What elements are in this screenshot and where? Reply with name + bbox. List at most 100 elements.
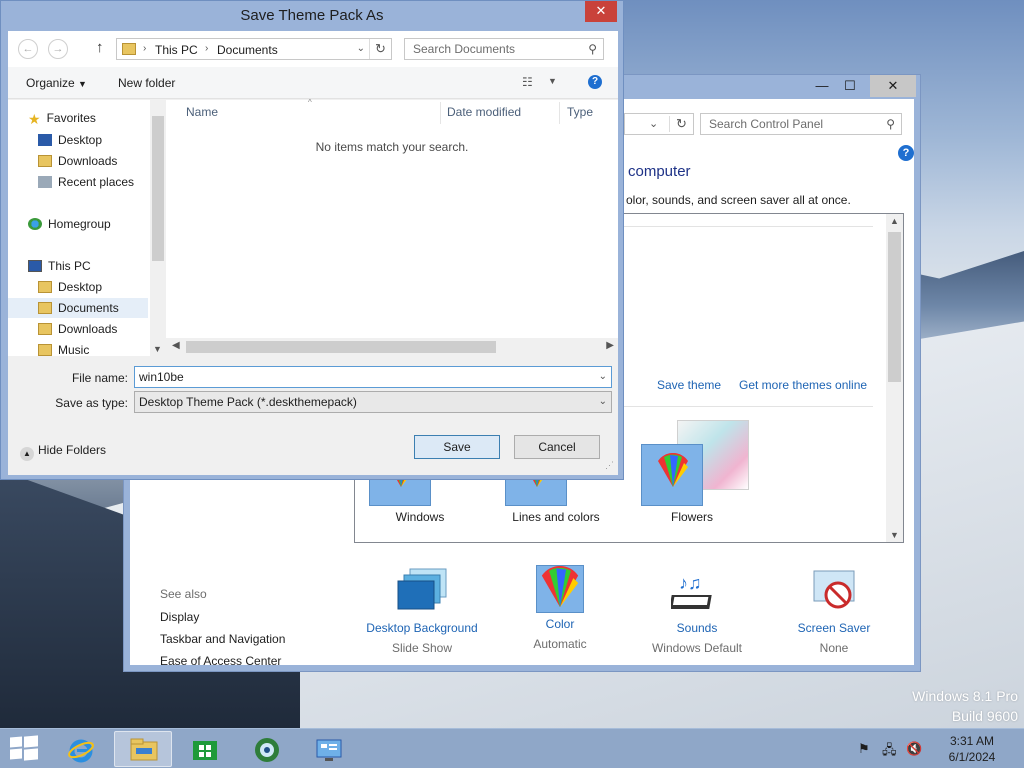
breadcrumb-separator-icon[interactable]: › — [205, 43, 208, 54]
nav-label: Favorites — [46, 111, 96, 125]
nav-pc-documents[interactable]: Documents — [8, 298, 148, 318]
nav-fav-desktop[interactable]: Desktop — [38, 130, 102, 150]
nav-pc-desktop[interactable]: Desktop — [38, 277, 102, 297]
empty-message: No items match your search. — [315, 140, 469, 154]
taskbar-file-explorer[interactable] — [114, 731, 172, 767]
column-divider[interactable] — [559, 102, 560, 124]
dialog-title[interactable]: Save Theme Pack As — [1, 1, 623, 31]
breadcrumb-separator-icon[interactable]: › — [143, 43, 146, 54]
volume-muted-icon[interactable]: 🔇 — [906, 741, 922, 757]
column-name[interactable]: Name — [186, 105, 218, 119]
file-list-hscrollbar[interactable]: ◀ ▶ — [166, 338, 618, 356]
nav-fav-downloads[interactable]: Downloads — [38, 151, 117, 171]
nav-label: Homegroup — [48, 217, 111, 231]
taskbar-control-panel[interactable] — [300, 731, 358, 767]
chevron-down-icon[interactable]: ⌄ — [357, 43, 365, 54]
nav-pane-scrollbar[interactable]: ▼ — [150, 100, 166, 356]
up-arrow-icon[interactable]: ↑ — [96, 39, 104, 56]
downloads-folder-icon — [38, 323, 52, 335]
taskbar-media-center[interactable] — [238, 731, 296, 767]
back-arrow-icon[interactable]: ← — [18, 39, 38, 59]
start-button[interactable] — [10, 735, 38, 761]
color-item[interactable]: Color Automatic — [490, 565, 630, 651]
chevron-down-icon[interactable]: ⌄ — [599, 371, 607, 382]
organize-button[interactable]: Organize ▼ — [26, 76, 87, 90]
svg-text:♪♫: ♪♫ — [679, 573, 702, 593]
theme-flowers[interactable]: Flowers — [627, 420, 757, 528]
action-center-flag-icon[interactable]: ⚑ — [858, 741, 870, 757]
see-also-taskbar[interactable]: Taskbar and Navigation — [160, 632, 285, 646]
chevron-down-icon[interactable]: ▼ — [548, 76, 557, 86]
nav-label: Desktop — [58, 280, 103, 294]
new-folder-button[interactable]: New folder — [118, 76, 175, 90]
forward-arrow-icon[interactable]: → — [48, 39, 68, 59]
refresh-icon[interactable]: ↻ — [669, 116, 687, 132]
nav-pc-music[interactable]: Music — [38, 340, 89, 356]
scroll-up-icon[interactable]: ▲ — [890, 216, 899, 226]
cancel-button[interactable]: Cancel — [514, 435, 600, 459]
chevron-up-icon: ▲ — [20, 447, 34, 461]
nav-pc-downloads[interactable]: Downloads — [38, 319, 117, 339]
hide-folders-toggle[interactable]: ▲ Hide Folders — [20, 443, 106, 461]
desktop-background-label[interactable]: Desktop Background — [352, 621, 492, 635]
sounds-item[interactable]: ♪♫ Sounds Windows Default — [627, 565, 767, 655]
screen-saver-item[interactable]: Screen Saver None — [764, 565, 904, 655]
themes-scrollbar[interactable]: ▲ ▼ — [886, 214, 903, 542]
dialog-close-button[interactable]: ✕ — [585, 1, 617, 22]
nav-label: Desktop — [58, 133, 103, 147]
network-icon[interactable]: 🖧 — [882, 741, 897, 763]
chevron-down-icon[interactable]: ⌄ — [649, 117, 658, 130]
cp-address-bar[interactable]: ⌄ ↻ — [624, 113, 694, 135]
search-icon[interactable]: ⚲ — [886, 117, 895, 131]
clock[interactable]: 3:31 AM 6/1/2024 — [942, 733, 1002, 765]
search-icon[interactable]: ⚲ — [588, 42, 597, 56]
resize-grip-icon[interactable]: ⋰ — [605, 460, 614, 471]
store-icon — [191, 737, 219, 761]
nav-this-pc[interactable]: This PC — [28, 256, 91, 276]
sounds-label[interactable]: Sounds — [627, 621, 767, 635]
breadcrumb-this-pc[interactable]: This PC — [155, 43, 198, 57]
help-icon[interactable]: ? — [898, 145, 914, 161]
save-theme-link[interactable]: Save theme — [657, 378, 721, 392]
color-label[interactable]: Color — [490, 617, 630, 631]
address-bar[interactable]: › This PC › Documents ⌄ ↻ — [116, 38, 392, 60]
maximize-button[interactable]: ☐ — [836, 75, 864, 97]
column-divider[interactable] — [440, 102, 441, 124]
see-also-ease-of-access[interactable]: Ease of Access Center — [160, 654, 285, 668]
breadcrumb-documents[interactable]: Documents — [217, 43, 278, 57]
taskbar-store[interactable] — [176, 731, 234, 767]
minimize-button[interactable]: — — [808, 75, 836, 97]
nav-homegroup[interactable]: Homegroup — [28, 214, 111, 234]
search-documents-input[interactable]: Search Documents ⚲ — [404, 38, 604, 60]
nav-fav-recent[interactable]: Recent places — [38, 172, 134, 192]
nav-favorites[interactable]: ★ Favorites — [28, 108, 96, 128]
file-list[interactable]: ^ Name Date modified Type No items match… — [166, 98, 618, 356]
screen-saver-label[interactable]: Screen Saver — [764, 621, 904, 635]
get-more-themes-link[interactable]: Get more themes online — [739, 378, 867, 392]
save-button[interactable]: Save — [414, 435, 500, 459]
cp-search-input[interactable]: Search Control Panel ⚲ — [700, 113, 902, 135]
column-date-modified[interactable]: Date modified — [447, 105, 521, 119]
nav-label: Downloads — [58, 322, 118, 336]
refresh-icon[interactable]: ↻ — [369, 39, 391, 59]
scroll-down-icon[interactable]: ▼ — [153, 344, 162, 354]
save-as-type-select[interactable]: Desktop Theme Pack (*.deskthemepack) ⌄ — [134, 391, 612, 413]
screen-saver-value: None — [819, 641, 849, 655]
view-options-icon[interactable]: ☷ — [522, 75, 533, 89]
help-icon[interactable]: ? — [588, 75, 602, 89]
file-name-input[interactable]: win10be ⌄ — [134, 366, 612, 388]
scroll-down-icon[interactable]: ▼ — [890, 530, 899, 540]
scroll-thumb[interactable] — [186, 341, 496, 353]
close-button[interactable]: ✕ — [870, 75, 916, 97]
chevron-down-icon[interactable]: ⌄ — [599, 396, 607, 407]
scroll-right-icon[interactable]: ▶ — [606, 340, 614, 351]
theme-label: Windows — [395, 510, 445, 524]
desktop-background-item[interactable]: Desktop Background Slide Show — [352, 565, 492, 655]
scroll-thumb[interactable] — [888, 232, 901, 382]
scroll-left-icon[interactable]: ◀ — [172, 340, 180, 351]
see-also-display[interactable]: Display — [160, 610, 285, 624]
column-type[interactable]: Type — [567, 105, 593, 119]
taskbar-internet-explorer[interactable] — [52, 731, 110, 767]
theme-color-icon — [641, 444, 703, 506]
scroll-thumb[interactable] — [152, 116, 164, 261]
